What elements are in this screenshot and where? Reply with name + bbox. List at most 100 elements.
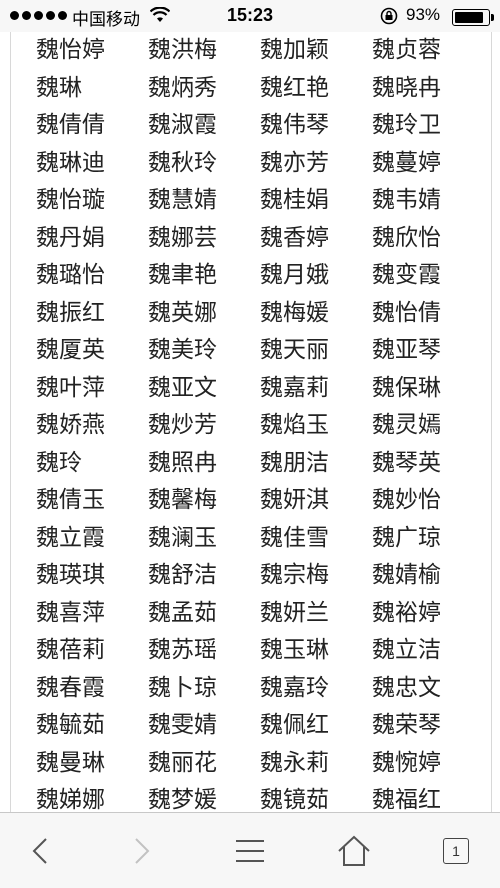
forward-button[interactable] (122, 831, 162, 871)
name-item: 魏立霞 (36, 524, 105, 551)
name-item: 魏英娜 (148, 299, 217, 326)
name-item: 魏聿艳 (148, 262, 217, 288)
home-icon (338, 835, 370, 866)
bookmarks-menu-button[interactable] (230, 831, 270, 871)
name-item: 魏雯婧 (148, 712, 217, 738)
name-item: 魏叶萍 (36, 374, 105, 401)
name-item: 魏炳秀 (148, 74, 217, 101)
name-item: 魏嘉玲 (260, 674, 329, 701)
name-item: 魏镜茹 (260, 787, 329, 812)
name-item: 魏蓓莉 (36, 637, 105, 663)
name-item: 魏梅媛 (260, 299, 329, 326)
name-item: 魏琴英 (372, 449, 441, 476)
name-item: 魏保琳 (372, 374, 441, 401)
name-item: 魏晓冉 (372, 74, 441, 101)
name-item: 魏秋玲 (148, 149, 217, 176)
name-item: 魏洪梅 (148, 37, 217, 63)
name-item: 魏瑛琪 (36, 562, 105, 588)
name-item: 魏立洁 (372, 637, 441, 663)
name-item: 魏丽花 (148, 749, 217, 776)
name-item: 魏贞蓉 (372, 37, 441, 63)
name-item: 魏红艳 (260, 74, 329, 101)
name-item: 魏舒洁 (148, 562, 217, 588)
name-item: 魏怡倩 (372, 299, 441, 326)
name-item: 魏娣娜 (36, 787, 105, 812)
name-item: 魏福红 (372, 787, 441, 812)
name-item: 魏美玲 (148, 337, 217, 363)
name-item: 魏惋婷 (372, 749, 441, 776)
status-bar: 中国移动 15:23 93% (0, 0, 500, 32)
name-item: 魏玲 (36, 449, 82, 476)
name-item: 魏玲卫 (372, 112, 441, 138)
name-item: 魏春霞 (36, 674, 105, 701)
name-item: 魏炒芳 (148, 412, 217, 438)
name-item: 魏孟茹 (148, 599, 217, 626)
name-item: 魏桂娟 (260, 187, 329, 213)
name-item: 魏怡婷 (36, 37, 105, 63)
tabs-icon: 1 (443, 838, 469, 864)
name-item: 魏亦芳 (260, 149, 329, 176)
name-item: 魏娇燕 (36, 412, 105, 438)
name-item: 魏妍兰 (260, 599, 329, 626)
name-item: 魏加颖 (260, 37, 329, 63)
battery-icon (452, 9, 494, 26)
name-item: 魏曼琳 (36, 749, 105, 776)
name-item: 魏荣琴 (372, 712, 441, 738)
name-item: 魏照冉 (148, 449, 217, 476)
name-item: 魏娜芸 (148, 224, 217, 251)
name-item: 魏嘉莉 (260, 374, 329, 401)
name-item: 魏永莉 (260, 749, 329, 776)
home-button[interactable] (334, 831, 374, 871)
browser-toolbar: 1 (0, 812, 500, 888)
name-item: 魏倩倩 (36, 112, 105, 138)
name-item: 魏灵嫣 (372, 412, 441, 438)
name-item: 魏朋洁 (260, 449, 329, 476)
name-item: 魏蔓婷 (372, 149, 441, 176)
name-item: 魏毓茹 (36, 712, 105, 738)
name-item: 魏丹娟 (36, 224, 105, 251)
tabs-button[interactable]: 1 (436, 831, 476, 871)
rotation-lock-icon (380, 7, 398, 30)
name-item: 魏苏瑶 (148, 637, 217, 663)
name-item: 魏妙怡 (372, 487, 441, 513)
name-item: 魏怡璇 (36, 187, 105, 213)
name-item: 魏佳雪 (260, 524, 329, 551)
name-item: 魏厦英 (36, 337, 105, 363)
name-item: 魏卜琼 (148, 674, 217, 701)
name-item: 魏淑霞 (148, 112, 217, 138)
name-item: 魏婧榆 (372, 562, 441, 588)
name-item: 魏亚文 (148, 374, 217, 401)
name-item: 魏妍淇 (260, 487, 329, 513)
name-item: 魏欣怡 (372, 224, 441, 251)
name-item: 魏宗梅 (260, 562, 329, 588)
name-item: 魏裕婷 (372, 599, 441, 626)
name-item: 魏喜萍 (36, 599, 105, 626)
name-item: 魏香婷 (260, 224, 329, 251)
name-item: 魏佩红 (260, 712, 329, 738)
name-item: 魏慧婧 (148, 187, 217, 213)
name-item: 魏倩玉 (36, 487, 105, 513)
name-item: 魏忠文 (372, 674, 441, 701)
battery-percent: 93% (406, 5, 441, 24)
name-item: 魏天丽 (260, 337, 329, 363)
menu-icon (236, 840, 264, 862)
name-item: 魏振红 (36, 299, 105, 326)
back-icon (32, 838, 47, 864)
name-item: 魏伟琴 (260, 112, 329, 138)
page-content[interactable]: 魏怡婷 魏洪梅 魏加颖 魏贞蓉魏琳 魏炳秀 魏红艳 魏晓冉魏倩倩 魏淑霞 魏伟琴 魏玲卫魏琳迪 魏秋… (10, 32, 492, 812)
name-item: 魏亚琴 (372, 337, 441, 363)
name-item: 魏梦媛 (148, 787, 217, 812)
name-item: 魏璐怡 (36, 262, 105, 288)
name-item: 魏馨梅 (148, 487, 217, 513)
forward-icon (135, 838, 150, 864)
name-item: 魏澜玉 (148, 524, 217, 551)
name-item: 魏琳迪 (36, 149, 105, 176)
name-item: 魏玉琳 (260, 637, 329, 663)
name-list: 魏怡婷 魏洪梅 魏加颖 魏贞蓉魏琳 魏炳秀 魏红艳 魏晓冉魏倩倩 魏淑霞 魏伟琴 魏玲卫魏琳迪 魏秋… (11, 32, 491, 812)
name-item: 魏广琼 (372, 524, 441, 551)
name-item: 魏韦婧 (372, 187, 441, 213)
name-item: 魏琳 (36, 74, 82, 101)
name-item: 魏焰玉 (260, 412, 329, 438)
back-button[interactable] (20, 831, 60, 871)
name-item: 魏月娥 (260, 262, 329, 288)
